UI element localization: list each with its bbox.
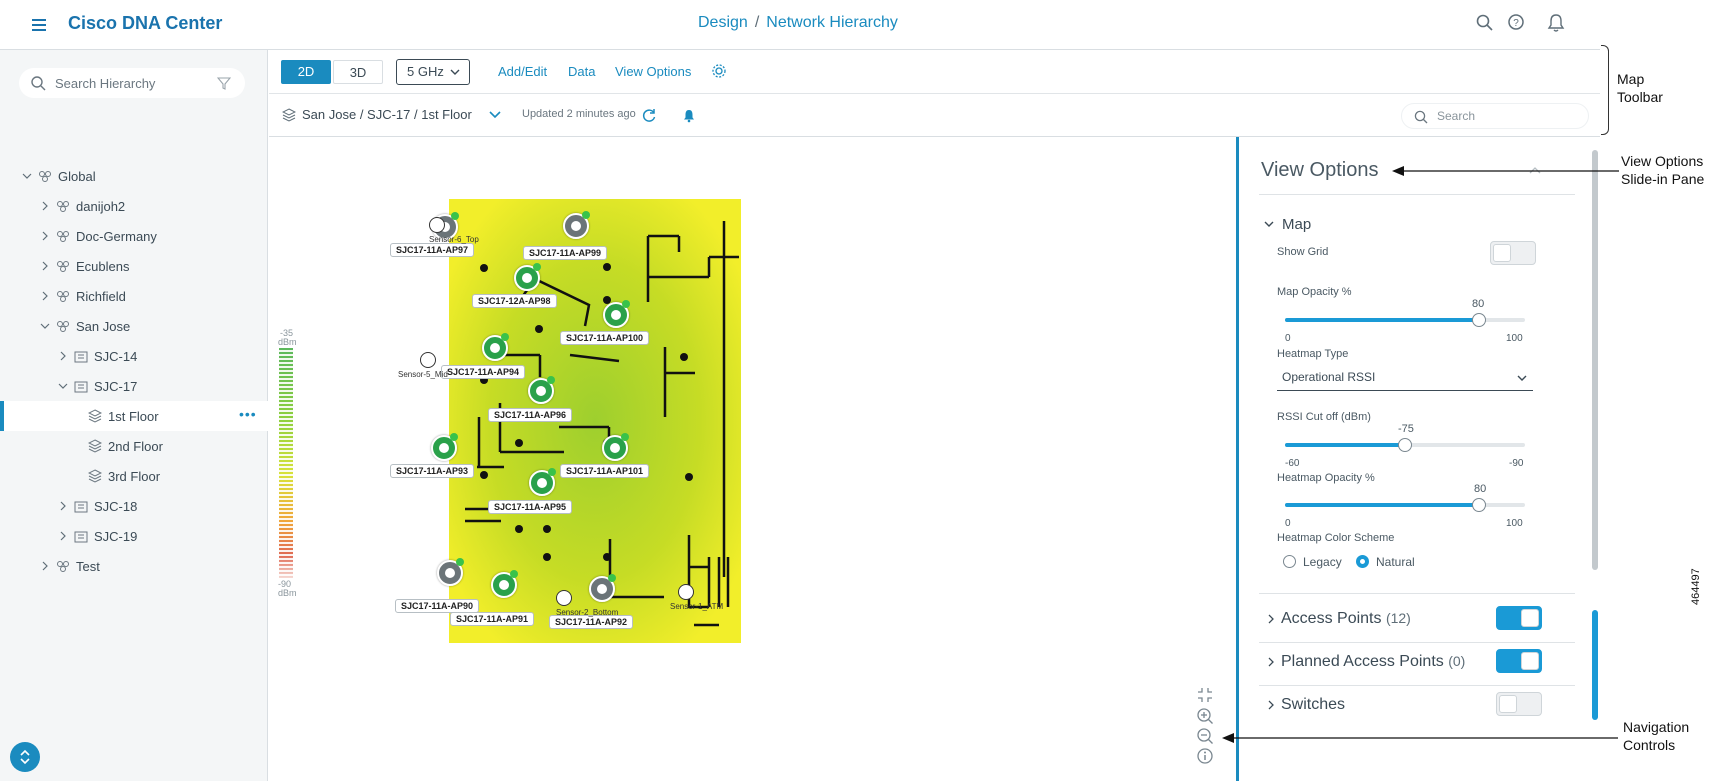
annotation-arrows bbox=[1222, 166, 1619, 743]
figure-id: 464497 bbox=[1690, 568, 1702, 605]
